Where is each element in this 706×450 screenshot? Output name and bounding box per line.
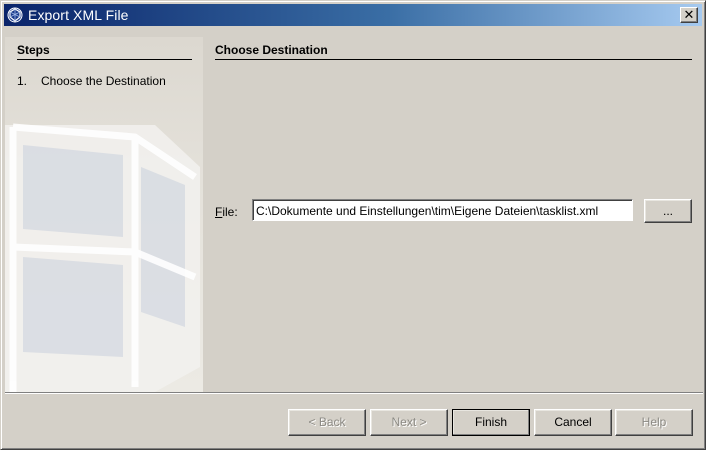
steps-divider [17, 59, 192, 60]
section-divider [215, 59, 692, 60]
app-shield-icon [7, 7, 23, 23]
section-title: Choose Destination [215, 43, 328, 57]
close-icon: ✕ [683, 7, 695, 22]
window-title: Export XML File [28, 7, 129, 23]
wizard-watermark-graphic [5, 123, 200, 392]
close-button[interactable]: ✕ [680, 7, 698, 23]
file-label-text: ile: [222, 205, 238, 219]
step-item: 1. Choose the Destination [17, 74, 166, 88]
button-separator-highlight [5, 393, 703, 394]
finish-button[interactable]: Finish [452, 409, 530, 436]
steps-panel: Steps 1. Choose the Destination [5, 37, 203, 392]
file-label: File: [215, 205, 238, 219]
cancel-button[interactable]: Cancel [534, 409, 612, 436]
help-button[interactable]: Help [615, 409, 693, 436]
back-button[interactable]: < Back [288, 409, 366, 436]
browse-button[interactable]: ... [644, 199, 692, 223]
file-path-input[interactable] [252, 199, 633, 221]
step-number: 1. [17, 74, 28, 88]
next-button[interactable]: Next > [370, 409, 448, 436]
title-bar[interactable]: Export XML File ✕ [4, 4, 702, 26]
export-xml-dialog: Export XML File ✕ Steps 1. Choose the Des… [0, 0, 706, 450]
steps-title: Steps [17, 43, 50, 57]
step-label: Choose the Destination [41, 74, 166, 88]
